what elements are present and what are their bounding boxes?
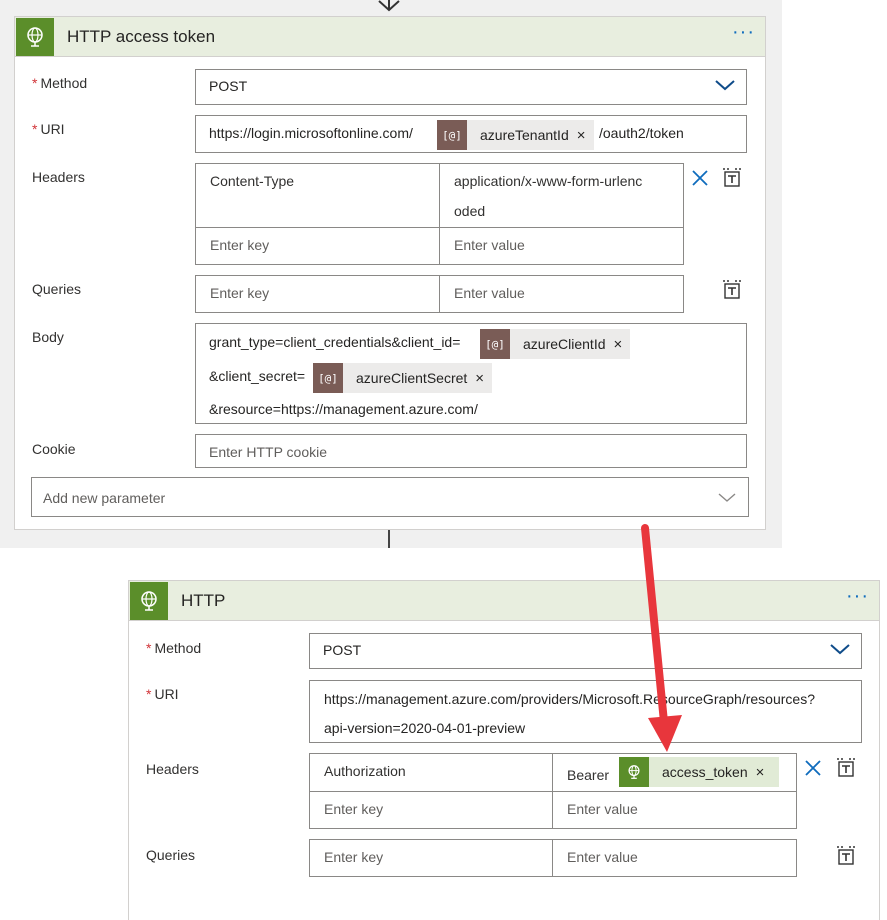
key-placeholder: Enter key (210, 237, 270, 253)
expression-icon: [@] (480, 329, 510, 359)
header-value-cell[interactable]: application/x-www-form-urlenc oded (439, 163, 684, 228)
body-line3: &resource=https://management.azure.com/ (209, 401, 478, 417)
globe-icon (16, 18, 54, 56)
query-key-input[interactable]: Enter key (309, 839, 553, 877)
bearer-prefix: Bearer (567, 767, 610, 783)
action-card-http: HTTP ··· * Method POST * URI https://manag… (128, 580, 880, 920)
method-dropdown[interactable]: POST (195, 69, 747, 105)
card-header[interactable]: HTTP access token ··· (15, 17, 765, 57)
expression-icon: [@] (437, 120, 467, 150)
token-label: azureClientSecret (356, 370, 468, 386)
query-key-input[interactable]: Enter key (195, 275, 440, 313)
header-value-line2: oded (454, 203, 486, 219)
cookie-placeholder: Enter HTTP cookie (209, 444, 328, 460)
value-placeholder: Enter value (567, 849, 638, 865)
method-value: POST (323, 642, 362, 658)
delete-row-icon[interactable] (689, 167, 711, 189)
globe-icon (130, 582, 168, 620)
key-placeholder: Enter key (324, 801, 384, 817)
method-label-text: Method (40, 75, 88, 91)
remove-token-icon[interactable]: × (475, 370, 492, 387)
more-options-button[interactable]: ··· (846, 585, 869, 608)
switch-to-text-mode-icon[interactable] (721, 279, 743, 301)
required-mark: * (146, 640, 152, 656)
uri-label: * URI (146, 686, 179, 702)
header-key: Authorization (324, 763, 406, 779)
cookie-input[interactable]: Enter HTTP cookie (195, 434, 747, 468)
uri-label-text: URI (40, 121, 65, 137)
header-value-input[interactable]: Enter value (439, 227, 684, 265)
value-placeholder: Enter value (454, 237, 525, 253)
token-label: azureClientId (523, 336, 606, 352)
token-label: azureTenantId (480, 127, 569, 143)
switch-to-text-mode-icon[interactable] (835, 757, 857, 779)
globe-icon (619, 757, 649, 787)
query-value-input[interactable]: Enter value (552, 839, 797, 877)
chevron-down-icon (715, 80, 735, 91)
required-mark: * (32, 121, 38, 137)
header-key: Content-Type (210, 173, 295, 189)
chevron-down-icon (718, 493, 736, 502)
method-label: * Method (146, 640, 201, 656)
value-placeholder: Enter value (454, 285, 525, 301)
uri-label: * URI (32, 121, 65, 137)
body-label: Body (32, 329, 64, 345)
key-placeholder: Enter key (324, 849, 384, 865)
method-label: * Method (32, 75, 87, 91)
uri-line2: api-version=2020-04-01-preview (324, 720, 526, 736)
cookie-label: Cookie (32, 441, 76, 457)
token-azure-client-id[interactable]: [@] azureClientId × (480, 329, 631, 359)
header-value-line1: application/x-www-form-urlenc (454, 173, 643, 189)
method-dropdown[interactable]: POST (309, 633, 862, 669)
add-new-parameter-dropdown[interactable]: Add new parameter (31, 477, 749, 517)
token-azure-client-secret[interactable]: [@] azureClientSecret × (313, 363, 493, 393)
queries-label: Queries (32, 281, 82, 297)
body-line2: &client_secret= (209, 368, 306, 384)
chevron-down-icon (830, 644, 850, 655)
header-key-input[interactable]: Enter key (309, 791, 553, 829)
delete-row-icon[interactable] (802, 757, 824, 779)
value-placeholder: Enter value (567, 801, 638, 817)
required-mark: * (32, 75, 38, 91)
required-mark: * (146, 686, 152, 702)
action-card-http-access-token: HTTP access token ··· * Method POST * URI … (14, 16, 766, 530)
switch-to-text-mode-icon[interactable] (721, 167, 743, 189)
card-title: HTTP access token (67, 27, 216, 46)
uri-input[interactable]: https://management.azure.com/providers/M… (309, 680, 862, 743)
add-parameter-placeholder: Add new parameter (43, 490, 166, 506)
remove-token-icon[interactable]: × (756, 764, 773, 781)
header-value-cell[interactable]: Bearer access_token × (552, 753, 797, 792)
expression-icon: [@] (313, 363, 343, 393)
headers-label: Headers (32, 169, 85, 185)
header-key-cell[interactable]: Content-Type (195, 163, 440, 228)
method-value: POST (209, 78, 248, 94)
queries-label: Queries (146, 847, 196, 863)
switch-to-text-mode-icon[interactable] (835, 845, 857, 867)
body-input[interactable]: grant_type=client_credentials&client_id=… (195, 323, 747, 424)
header-value-input[interactable]: Enter value (552, 791, 797, 829)
token-azure-tenant-id[interactable]: [@] azureTenantId × (437, 120, 594, 150)
more-options-button[interactable]: ··· (732, 21, 755, 44)
key-placeholder: Enter key (210, 285, 270, 301)
header-key-cell[interactable]: Authorization (309, 753, 553, 792)
flow-connector (388, 530, 390, 548)
uri-suffix: /oauth2/token (599, 125, 684, 141)
header-key-input[interactable]: Enter key (195, 227, 440, 265)
uri-prefix: https://login.microsoftonline.com/ (209, 125, 413, 141)
uri-input[interactable]: https://login.microsoftonline.com/ [@] a… (195, 115, 747, 153)
remove-token-icon[interactable]: × (577, 127, 594, 144)
uri-line1: https://management.azure.com/providers/M… (324, 691, 815, 707)
token-access-token[interactable]: access_token × (619, 757, 779, 787)
card-title: HTTP (181, 591, 226, 610)
body-line1: grant_type=client_credentials&client_id= (209, 334, 461, 350)
card-header[interactable]: HTTP ··· (129, 581, 879, 621)
remove-token-icon[interactable]: × (614, 336, 631, 353)
token-label: access_token (662, 764, 748, 780)
query-value-input[interactable]: Enter value (439, 275, 684, 313)
headers-label: Headers (146, 761, 199, 777)
uri-label-text: URI (154, 686, 179, 702)
method-label-text: Method (154, 640, 202, 656)
